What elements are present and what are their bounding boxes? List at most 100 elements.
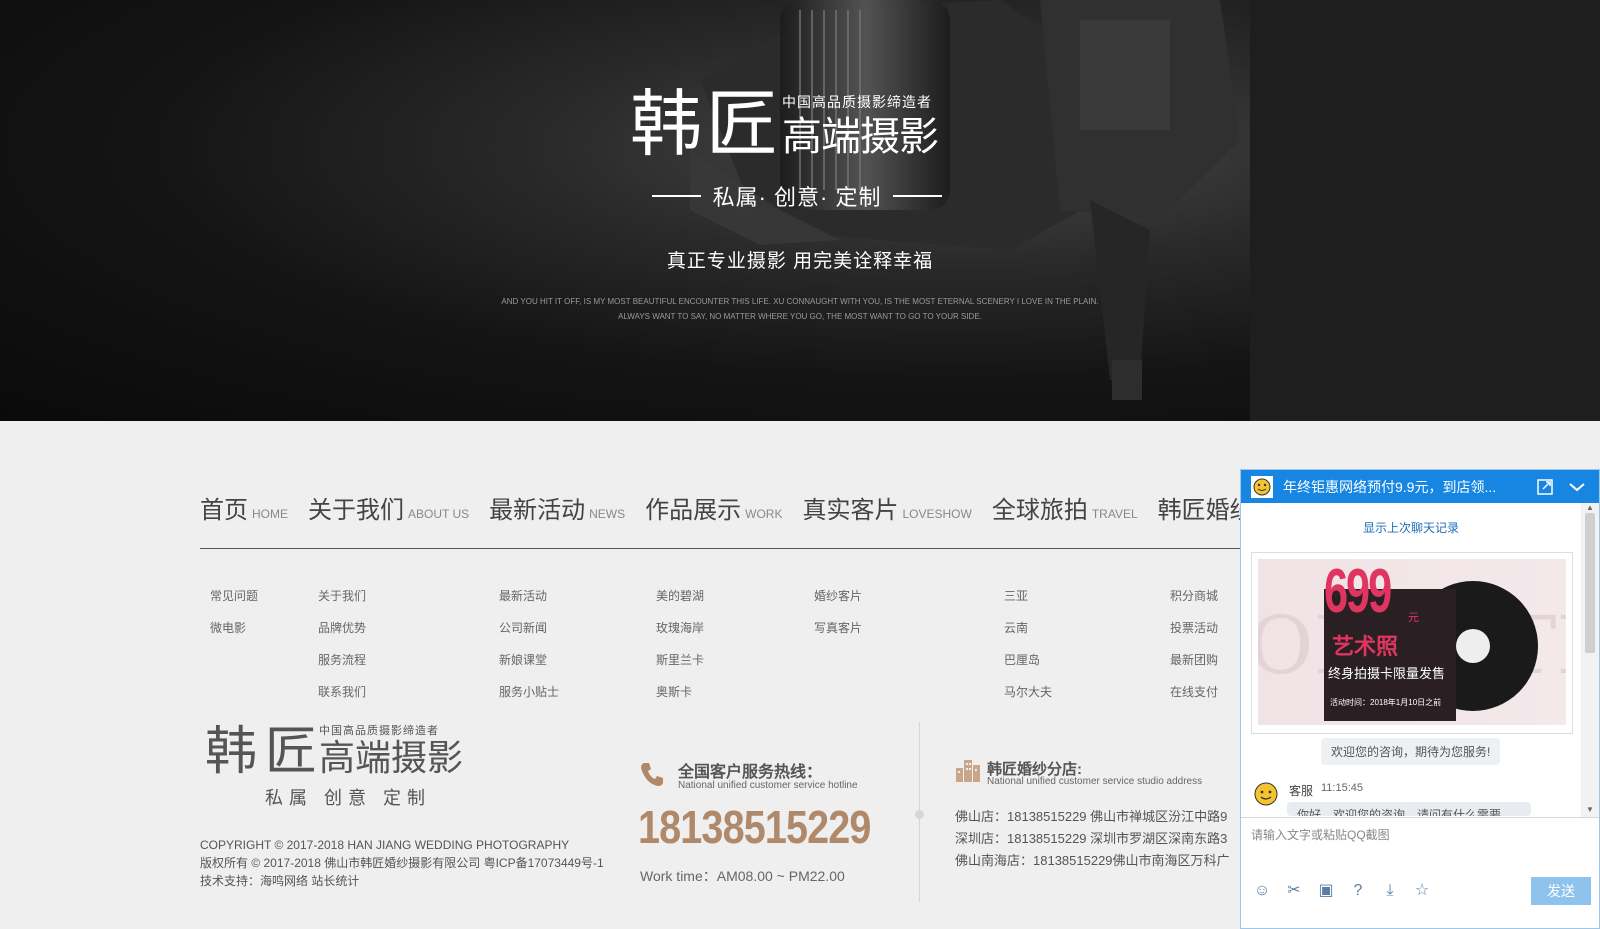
submenu-link[interactable]: 最新活动	[499, 580, 559, 612]
nav-news[interactable]: 最新活动 NEWS	[489, 490, 625, 525]
submenu-col-news: 最新活动 公司新闻 新娘课堂 服务小贴士	[499, 580, 559, 708]
hotline-number: 18138515229	[638, 801, 871, 853]
submenu-link[interactable]: 服务流程	[318, 644, 366, 676]
submenu-link[interactable]: 联系我们	[318, 676, 366, 708]
submenu-link[interactable]: 常见问题	[210, 580, 258, 612]
help-icon[interactable]: ?	[1347, 880, 1369, 902]
footer-divider-dot	[915, 810, 924, 819]
nav-label: 首页	[200, 497, 248, 524]
submenu-link[interactable]: 投票活动	[1170, 612, 1218, 644]
expand-icon[interactable]	[1535, 477, 1555, 497]
phone-icon	[641, 763, 663, 786]
submenu-link[interactable]: 品牌优势	[318, 612, 366, 644]
tagline-text: 私属· 创意· 定制	[712, 185, 882, 210]
brand-tagline: 私属· 创意· 定制	[652, 180, 943, 212]
tagline-left-rule	[652, 195, 701, 197]
welcome-message: 欢迎您的咨询，期待为您服务!	[1321, 738, 1501, 765]
footer-logo-jiang: 匠	[265, 723, 318, 781]
scrollbar-thumb[interactable]	[1585, 513, 1595, 653]
message-bubble: 你好，欢迎您的咨询，请问有什么需要	[1287, 802, 1531, 816]
qq-chat-widget: 年终钜惠网络预付9.9元，到店领... 显示上次聊天记录 OR TI 699 元…	[1240, 469, 1600, 929]
scroll-down-icon[interactable]: ▼	[1586, 805, 1594, 814]
chat-header[interactable]: 年终钜惠网络预付9.9元，到店领...	[1241, 470, 1599, 503]
chat-toolbar: ☺ ✂ ▣ ? ⤓ ☆	[1251, 880, 1443, 902]
brand-subtitle: 中国高品质摄影缔造者	[782, 94, 933, 110]
store-item: 深圳店：18138515229 深圳市罗湖区深南东路3	[955, 831, 1228, 846]
footer-logo-han: 韩	[205, 723, 258, 781]
nav-loveshow[interactable]: 真实客片 LOVESHOW	[802, 490, 971, 525]
nav-label-en: WORK	[745, 507, 783, 521]
promo-price: 699	[1324, 559, 1392, 626]
nav-label: 真实客片	[802, 497, 899, 524]
footer-logo-gaoduan: 高端摄影	[319, 737, 464, 778]
chat-scrollbar[interactable]: ▲ ▼	[1581, 503, 1599, 817]
promo-card[interactable]: OR TI 699 元 艺术照 终身拍摄卡限量发售 活动时间：2018年1月10…	[1251, 552, 1573, 734]
hero-banner: 韩 匠 中国高品质摄影缔造者 高端摄影 私属· 创意· 定制 真正专业摄影 用完…	[0, 0, 1600, 421]
submenu-link[interactable]: 马尔大夫	[1004, 676, 1052, 708]
stores-subtitle: National unified customer service studio…	[987, 776, 1203, 787]
scissors-icon[interactable]: ✂	[1283, 880, 1305, 902]
submenu-link[interactable]: 玫瑰海岸	[656, 612, 704, 644]
scroll-up-icon[interactable]: ▲	[1586, 503, 1594, 512]
promo-time-text: 活动时间：2018年1月10日之前	[1330, 698, 1442, 707]
submenu-link[interactable]: 公司新闻	[499, 612, 559, 644]
message-sender: 客服	[1289, 784, 1314, 798]
promo-image: OR TI 699 元 艺术照 终身拍摄卡限量发售 活动时间：2018年1月10…	[1258, 559, 1566, 725]
submenu-link[interactable]: 三亚	[1004, 580, 1052, 612]
submenu-col-wedding: 积分商城 投票活动 最新团购 在线支付	[1170, 580, 1218, 708]
submenu-link[interactable]: 最新团购	[1170, 644, 1218, 676]
promo-art-title: 艺术照	[1332, 634, 1399, 659]
submenu-link[interactable]: 关于我们	[318, 580, 366, 612]
submenu-link[interactable]: 巴厘岛	[1004, 644, 1052, 676]
footer-logo-subtitle: 中国高品质摄影缔造者	[319, 725, 440, 737]
agent-avatar-icon	[1254, 782, 1278, 806]
brand-gaoduan: 高端摄影	[782, 115, 939, 159]
submenu-link[interactable]: 积分商城	[1170, 580, 1218, 612]
submenu-link[interactable]: 新娘课堂	[499, 644, 559, 676]
emoji-icon[interactable]: ☺	[1251, 880, 1273, 902]
hero-en-line1: AND YOU HIT IT OFF, IS MY MOST BEAUTIFUL…	[501, 297, 1099, 306]
submenu-link[interactable]: 婚纱客片	[814, 580, 862, 612]
chat-input-area[interactable]: 请输入文字或粘贴QQ截图 ☺ ✂ ▣ ? ⤓ ☆ 发送	[1241, 817, 1599, 928]
submenu-col-work: 美的碧湖 玫瑰海岸 斯里兰卡 奥斯卡	[656, 580, 704, 708]
submenu-link[interactable]: 微电影	[210, 612, 258, 644]
promo-yuan: 元	[1408, 612, 1419, 624]
submenu-col-about: 关于我们 品牌优势 服务流程 联系我们	[318, 580, 366, 708]
store-item: 佛山店：18138515229 佛山市禅城区汾江中路9	[955, 809, 1228, 824]
nav-about[interactable]: 关于我们 ABOUT US	[308, 490, 469, 525]
submenu-col-home: 常见问题 微电影	[210, 580, 258, 644]
submenu-link[interactable]: 斯里兰卡	[656, 644, 704, 676]
submenu-col-loveshow: 婚纱客片 写真客片	[814, 580, 862, 644]
nav-label: 最新活动	[489, 497, 586, 524]
star-icon[interactable]: ☆	[1411, 880, 1433, 902]
submenu-link[interactable]: 写真客片	[814, 612, 862, 644]
submenu-link[interactable]: 云南	[1004, 612, 1052, 644]
nav-label-en: NEWS	[589, 507, 626, 521]
nav-label: 作品展示	[645, 497, 742, 524]
folder-upload-icon[interactable]: ▣	[1315, 880, 1337, 902]
submenu-link[interactable]: 服务小贴士	[499, 676, 559, 708]
chevron-down-icon[interactable]	[1567, 477, 1587, 497]
footer-logo-tagline: 私属 创意 定制	[265, 788, 432, 808]
download-icon[interactable]: ⤓	[1379, 880, 1401, 902]
nav-home[interactable]: 首页 HOME	[200, 490, 288, 525]
submenu-link[interactable]: 在线支付	[1170, 676, 1218, 708]
nav-label: 关于我们	[308, 497, 404, 524]
work-time: Work time：AM08.00 ~ PM22.00	[640, 868, 845, 884]
show-history-link[interactable]: 显示上次聊天记录	[1241, 519, 1581, 536]
nav-divider	[200, 548, 1240, 549]
nav-work[interactable]: 作品展示 WORK	[645, 490, 782, 525]
hotline-subtitle: National unified customer service hotlin…	[678, 780, 858, 791]
hero-en-line2: ALWAYS WANT TO SAY, NO MATTER WHERE YOU …	[618, 312, 982, 321]
brand-han: 韩	[630, 82, 702, 166]
promo-life-text: 终身拍摄卡限量发售	[1328, 666, 1446, 681]
submenu-link[interactable]: 奥斯卡	[656, 676, 704, 708]
nav-label-en: HOME	[252, 507, 288, 521]
smiley-avatar-icon	[1251, 475, 1273, 498]
nav-travel[interactable]: 全球旅拍 TRAVEL	[992, 490, 1138, 525]
copyright-cn: 版权所有 © 2017-2018 佛山市韩匠婚纱摄影有限公司 粤ICP备1707…	[200, 856, 604, 870]
hero-brand-logo: 韩 匠 中国高品质摄影缔造者 高端摄影	[630, 88, 970, 160]
submenu-link[interactable]: 美的碧湖	[656, 580, 704, 612]
send-button[interactable]: 发送	[1531, 877, 1591, 905]
nav-label-en: ABOUT US	[408, 507, 470, 521]
